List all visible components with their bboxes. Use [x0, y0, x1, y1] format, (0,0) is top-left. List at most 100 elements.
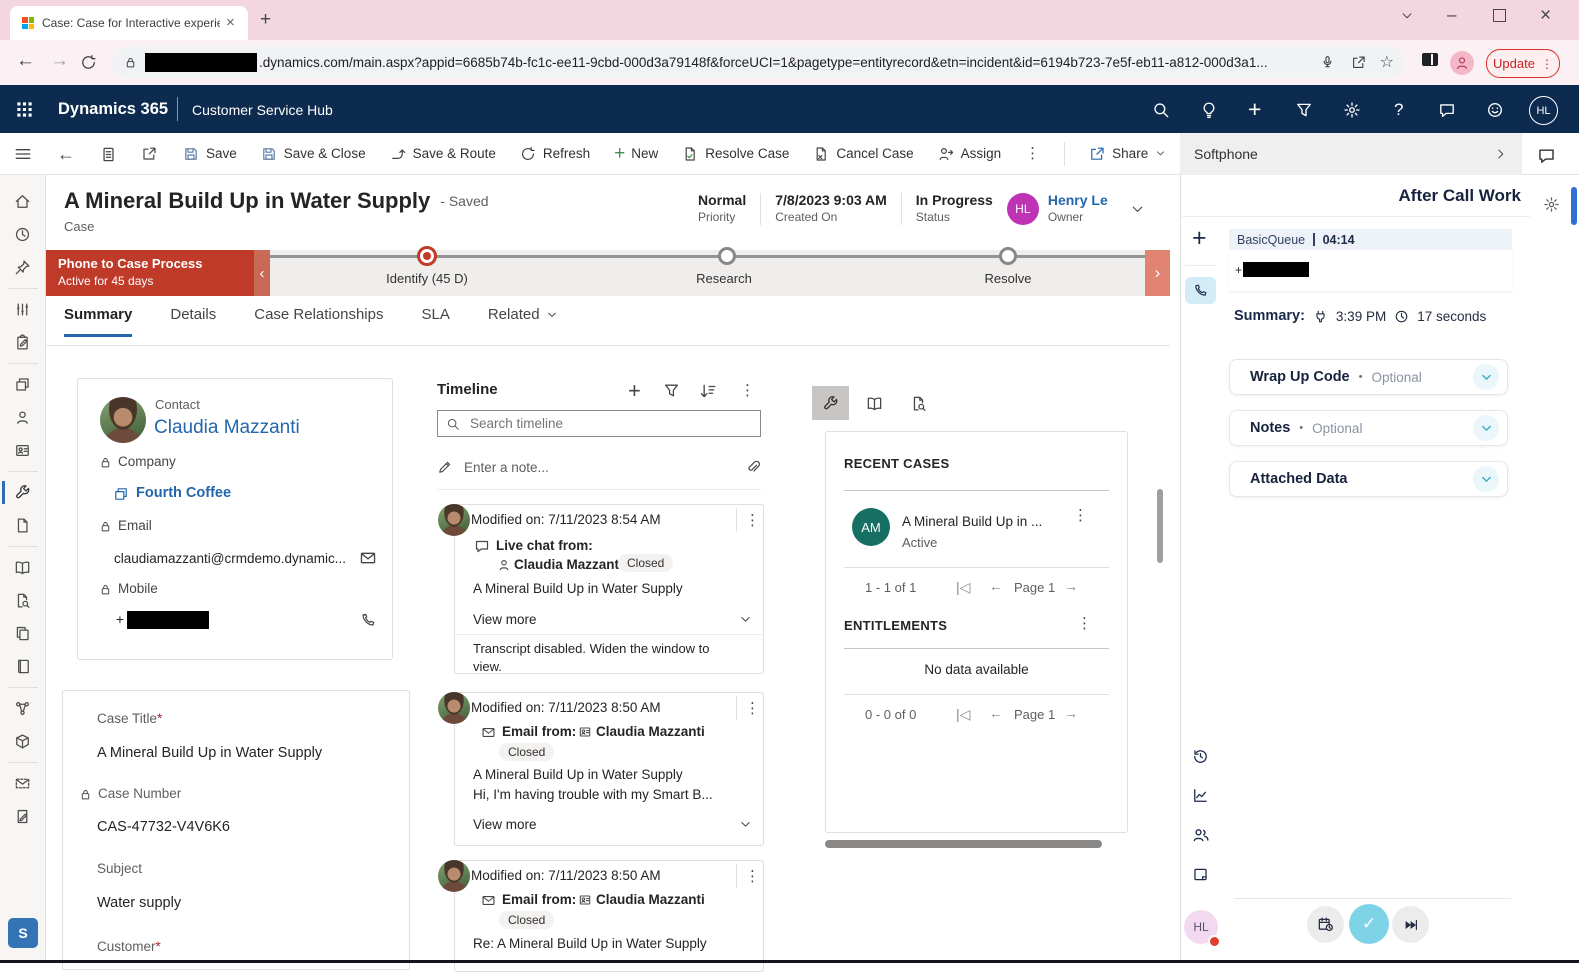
sitemap-toggle-icon[interactable]	[14, 145, 32, 163]
call-phone-icon[interactable]	[360, 612, 376, 628]
softphone-settings-gear-icon[interactable]	[1543, 196, 1560, 213]
tab-details[interactable]: Details	[170, 306, 216, 337]
mic-icon[interactable]	[1320, 55, 1335, 70]
entry-subject[interactable]: A Mineral Build Up in Water Supply	[473, 581, 683, 596]
notes-card-icon[interactable]	[1192, 866, 1209, 883]
entry-more-icon[interactable]: ⋮	[745, 513, 760, 528]
timeline-add-icon[interactable]: +	[628, 378, 641, 404]
filter-icon[interactable]	[1295, 101, 1313, 119]
timeline-more-icon[interactable]: ⋮	[740, 383, 755, 398]
area-switcher-button[interactable]: S	[8, 918, 38, 948]
sidebar-item-knowledge-manager[interactable]	[14, 650, 31, 683]
wrapup-accordion[interactable]: Wrap Up Code • Optional	[1229, 359, 1508, 395]
entry-contact[interactable]: Claudia Mazzanti	[596, 724, 705, 739]
first-page-icon[interactable]: |◁	[956, 580, 970, 594]
bpf-stage-identify-label[interactable]: Identify (45 D)	[367, 271, 487, 286]
bpf-stage-research-marker[interactable]	[718, 247, 736, 265]
open-in-new-window-icon[interactable]	[141, 146, 157, 162]
sidebar-item-agent-experience[interactable]	[14, 293, 31, 326]
browser-menu-chevron-icon[interactable]	[1400, 9, 1414, 23]
softphone-call-session-button[interactable]	[1185, 277, 1216, 304]
sidebar-item-products[interactable]	[14, 725, 31, 758]
tab-case-relationships[interactable]: Case Relationships	[254, 306, 383, 337]
tab-related[interactable]: Related	[488, 306, 558, 337]
smiley-icon[interactable]	[1486, 101, 1504, 119]
window-close-button[interactable]: ×	[1540, 5, 1551, 27]
save-route-button[interactable]: Save & Route	[390, 146, 496, 162]
conversations-chat-icon[interactable]	[1537, 146, 1556, 165]
user-avatar[interactable]: HL	[1529, 96, 1558, 125]
timeline-note-row[interactable]: Enter a note...	[437, 452, 761, 482]
url-bar[interactable]: .dynamics.com/main.aspx?appid=6685b74b-f…	[112, 47, 1406, 78]
case-title-value[interactable]: A Mineral Build Up in Water Supply	[97, 745, 322, 761]
contact-name-link[interactable]: Claudia Mazzanti	[154, 417, 300, 439]
window-minimize-button[interactable]: –	[1447, 5, 1456, 25]
softphone-collapse-chevron-icon[interactable]	[1494, 147, 1508, 161]
resolve-case-button[interactable]: Resolve Case	[682, 146, 789, 162]
softphone-user-avatar[interactable]: HL	[1184, 910, 1218, 944]
back-button[interactable]: ←	[57, 144, 75, 165]
timeline-filter-icon[interactable]	[663, 382, 680, 399]
entry-more-icon[interactable]: ⋮	[745, 701, 760, 716]
prev-page-icon[interactable]: ←	[989, 706, 1003, 720]
more-commands-button[interactable]: ⋮	[1025, 146, 1040, 161]
next-page-icon[interactable]: →	[1064, 579, 1078, 593]
bpf-next-chevron[interactable]: ›	[1145, 250, 1170, 296]
view-more-link[interactable]: View more	[473, 612, 537, 627]
entry-subject[interactable]: A Mineral Build Up in Water Supply	[473, 767, 683, 782]
timeline-search-input[interactable]	[468, 415, 752, 432]
assign-button[interactable]: Assign	[938, 146, 1002, 162]
wrapup-chevron[interactable]	[1473, 364, 1499, 390]
tab-close-icon[interactable]: ×	[226, 14, 235, 31]
attached-data-chevron[interactable]	[1473, 466, 1499, 492]
first-page-icon[interactable]: |◁	[956, 707, 970, 721]
recent-case-title-link[interactable]: A Mineral Build Up in ...	[902, 514, 1042, 529]
related-tab-knowledge[interactable]	[856, 386, 893, 420]
save-close-button[interactable]: Save & Close	[261, 146, 366, 162]
timeline-search-box[interactable]	[437, 410, 761, 437]
app-name[interactable]: Customer Service Hub	[192, 102, 333, 118]
split-screen-icon[interactable]	[1422, 53, 1438, 66]
header-expand-chevron-icon[interactable]	[1130, 202, 1145, 217]
sidebar-item-cases[interactable]	[0, 476, 46, 509]
next-page-icon[interactable]: →	[1064, 706, 1078, 720]
browser-profile-avatar[interactable]	[1450, 51, 1474, 75]
browser-forward-button[interactable]: →	[50, 50, 69, 72]
quick-create-icon[interactable]: +	[1248, 96, 1261, 123]
sidebar-item-email-templates[interactable]	[14, 767, 31, 800]
form-selector-icon[interactable]	[100, 146, 117, 163]
bpf-stage-research-label[interactable]: Research	[674, 271, 774, 286]
save-button[interactable]: Save	[183, 146, 237, 162]
sidebar-item-recent[interactable]	[14, 218, 31, 251]
bpf-collapse-chevron[interactable]: ‹	[254, 250, 270, 296]
new-button[interactable]: +New	[614, 144, 658, 163]
view-more-link[interactable]: View more	[473, 817, 537, 832]
sidebar-item-knowledge-search[interactable]	[14, 584, 31, 617]
skip-acw-button[interactable]	[1392, 906, 1429, 943]
entry-contact[interactable]: Claudia Mazzanti	[514, 557, 623, 572]
settings-gear-icon[interactable]	[1343, 101, 1361, 119]
sidebar-item-queues[interactable]	[14, 509, 31, 542]
sidebar-item-article-templates[interactable]	[14, 617, 31, 650]
sidebar-item-flows[interactable]	[14, 692, 31, 725]
send-email-icon[interactable]	[359, 549, 377, 567]
stats-chart-icon[interactable]	[1192, 787, 1209, 804]
entitlements-more-icon[interactable]: ⋮	[1077, 616, 1092, 631]
entry-subject[interactable]: Re: A Mineral Build Up in Water Supply	[473, 936, 707, 951]
refresh-button[interactable]: Refresh	[520, 146, 590, 162]
lightbulb-icon[interactable]	[1200, 101, 1218, 119]
sidebar-item-drafts[interactable]	[14, 800, 31, 833]
tab-summary[interactable]: Summary	[64, 306, 132, 337]
timeline-entry-email-1[interactable]: Modified on: 7/11/2023 8:50 AM ⋮ Email f…	[454, 692, 764, 846]
browser-update-button[interactable]: Update ⋮	[1486, 49, 1560, 78]
sidebar-item-social-profiles[interactable]	[14, 434, 31, 467]
recent-case-more-icon[interactable]: ⋮	[1073, 508, 1088, 523]
sidebar-item-knowledge-articles[interactable]	[14, 551, 31, 584]
waffle-icon[interactable]	[15, 100, 34, 119]
brand-title[interactable]: Dynamics 365	[58, 100, 168, 119]
window-maximize-button[interactable]	[1493, 9, 1506, 22]
related-tab-tools[interactable]	[812, 386, 849, 420]
prev-page-icon[interactable]: ←	[989, 579, 1003, 593]
notes-chevron[interactable]	[1473, 415, 1499, 441]
timeline-sort-icon[interactable]	[699, 382, 717, 400]
